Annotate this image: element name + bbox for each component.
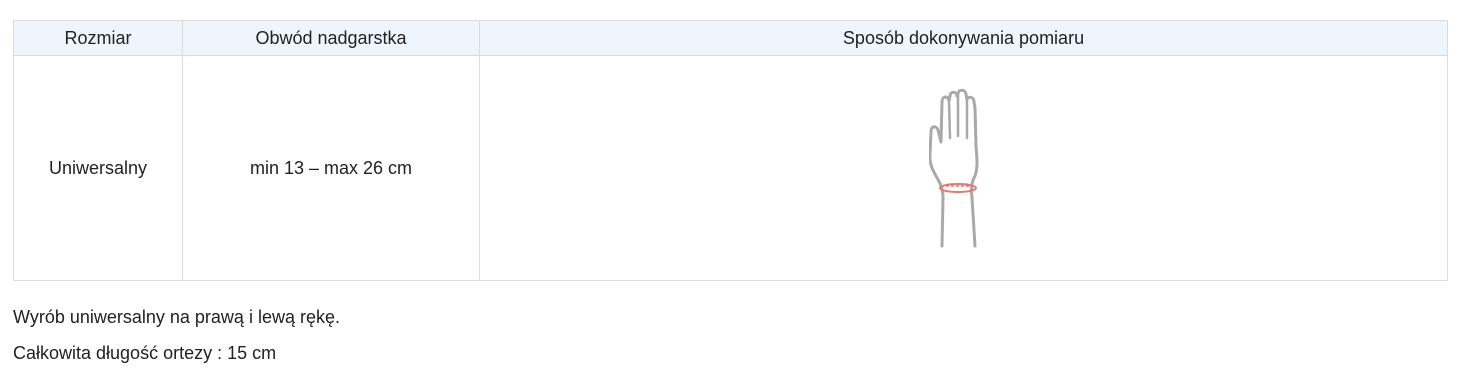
wrist-measurement-icon bbox=[928, 88, 978, 248]
table-row: Uniwersalny min 13 – max 26 cm bbox=[13, 55, 1448, 281]
note-total-length: Całkowita długość ortezy : 15 cm bbox=[13, 343, 277, 363]
note-universal: Wyrób uniwersalny na prawą i lewą rękę. bbox=[13, 307, 340, 327]
cell-size: Uniwersalny bbox=[13, 55, 183, 281]
header-measurement-method: Sposób dokonywania pomiaru bbox=[479, 20, 1448, 56]
table-header-row: Rozmiar Obwód nadgarstka Sposób dokonywa… bbox=[13, 20, 1448, 56]
header-size: Rozmiar bbox=[13, 20, 183, 56]
cell-circumference: min 13 – max 26 cm bbox=[182, 55, 480, 281]
header-wrist-circumference: Obwód nadgarstka bbox=[182, 20, 480, 56]
size-table: Rozmiar Obwód nadgarstka Sposób dokonywa… bbox=[13, 20, 1448, 281]
cell-illustration bbox=[479, 55, 1448, 281]
